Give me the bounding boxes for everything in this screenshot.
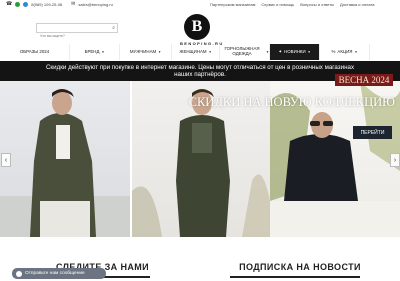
subscribe-underline — [230, 276, 360, 278]
phone-icon: ☎ — [6, 1, 13, 7]
search-box: ⌕ — [36, 23, 118, 40]
search-icon[interactable]: ⌕ — [112, 25, 115, 31]
whatsapp-icon[interactable] — [15, 2, 21, 7]
banner-photo-1 — [0, 81, 130, 237]
nav-item-sale[interactable]: % АКЦИЯ ▼ — [320, 44, 370, 60]
top-bar: ☎ 8(985) 109-25-08 ✉ sales@benoping.ru П… — [0, 0, 400, 10]
nav-item-looks[interactable]: ОБРАЗЫ 2024 — [0, 44, 70, 60]
subscribe-heading: ПОДПИСКА НА НОВОСТИ — [239, 262, 361, 272]
chevron-down-icon: ▼ — [208, 49, 212, 54]
chevron-down-icon: ▼ — [158, 49, 162, 54]
chat-icon — [16, 270, 22, 277]
chevron-down-icon: ▼ — [354, 49, 358, 54]
nav-label: БРЕНД — [84, 48, 100, 54]
top-link-service[interactable]: Сервис и помощь — [261, 2, 294, 7]
slider-prev-button[interactable]: ‹ — [1, 153, 11, 167]
nav-item-men[interactable]: МУЖЧИНАМ ▼ — [120, 44, 172, 60]
top-links: Партнерским магазинам Сервис и помощь Во… — [210, 2, 374, 7]
slider-next-button[interactable]: › — [390, 153, 400, 167]
nav-item-brand[interactable]: БРЕНД ▼ — [70, 44, 120, 60]
top-link-partners[interactable]: Партнерским магазинам — [210, 2, 255, 7]
nav-item-women[interactable]: ЖЕНЩИНАМ ▼ — [172, 44, 220, 60]
star-icon: ✦ — [278, 48, 283, 54]
logo-badge[interactable]: B — [184, 14, 210, 40]
nav-item-new[interactable]: ✦ НОВИНКИ ▼ — [270, 44, 320, 60]
nav-label: ГОРНОЛЫЖНАЯ ОДЕЖДА — [224, 46, 260, 56]
chevron-down-icon: ▼ — [101, 49, 105, 54]
contact-block: ☎ 8(985) 109-25-08 ✉ sales@benoping.ru — [6, 2, 113, 7]
percent-icon: % — [331, 48, 336, 54]
nav-label: ОБРАЗЫ 2024 — [19, 48, 50, 54]
top-link-delivery[interactable]: Доставка и оплата — [340, 2, 375, 7]
nav-label: НОВИНКИ — [284, 48, 306, 54]
top-link-faq[interactable]: Вопросы и ответы — [300, 2, 334, 7]
nav-label: АКЦИЯ — [337, 48, 353, 54]
search-input[interactable] — [37, 32, 107, 40]
chevron-down-icon: ▼ — [307, 49, 311, 54]
nav-item-ski[interactable]: ГОРНОЛЫЖНАЯ ОДЕЖДА ▼ — [220, 44, 270, 60]
model-illustration-1 — [0, 89, 130, 237]
sale-headline: СКИДКИ НА НОВУЮ КОЛЛЕКЦИЮ — [188, 94, 395, 109]
chat-label: Отправьте нам сообщение — [25, 271, 85, 276]
spring-tag: ВЕСНА 2024 — [335, 74, 393, 86]
chat-widget-button[interactable]: Отправьте нам сообщение — [12, 268, 106, 279]
nav-label: ЖЕНЩИНАМ — [179, 48, 207, 54]
chevron-down-icon: ▼ — [266, 49, 269, 54]
nav-label: МУЖЧИНАМ — [129, 48, 157, 54]
phone-number[interactable]: 8(985) 109-25-08 — [31, 2, 62, 7]
main-nav: ОБРАЗЫ 2024 БРЕНД ▼ МУЖЧИНАМ ▼ ЖЕНЩИНАМ … — [0, 44, 400, 60]
go-button[interactable]: ПЕРЕЙТИ — [353, 126, 392, 139]
email-link[interactable]: sales@benoping.ru — [78, 2, 113, 7]
telegram-icon[interactable] — [23, 2, 29, 7]
mail-icon: ✉ — [71, 1, 76, 7]
